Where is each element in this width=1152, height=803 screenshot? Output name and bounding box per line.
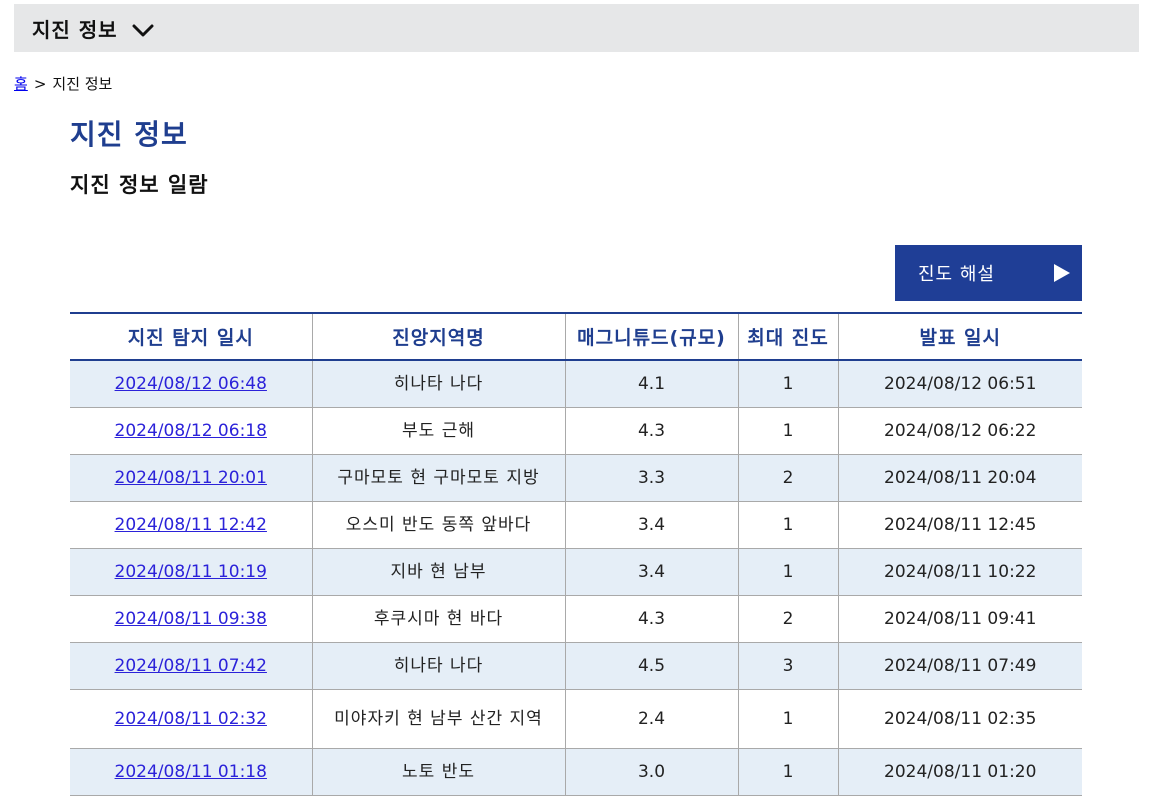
detect-time-link[interactable]: 2024/08/11 01:18 bbox=[115, 762, 267, 782]
chevron-down-icon[interactable] bbox=[130, 21, 156, 41]
table-row: 2024/08/12 06:18 부도 근해 4.3 1 2024/08/12 … bbox=[70, 407, 1082, 455]
announced-time-cell: 2024/08/12 06:22 bbox=[837, 407, 1082, 455]
max-intensity-cell: 2 bbox=[737, 454, 838, 502]
epicenter-cell: 구마모토 현 구마모토 지방 bbox=[311, 454, 565, 502]
announced-time-cell: 2024/08/11 02:35 bbox=[837, 689, 1082, 749]
max-intensity-cell: 1 bbox=[737, 501, 838, 549]
breadcrumb-home-link[interactable]: 홈 bbox=[14, 75, 28, 93]
detect-time-link[interactable]: 2024/08/11 02:32 bbox=[115, 709, 267, 729]
epicenter-cell: 지바 현 남부 bbox=[311, 548, 565, 596]
announced-time-cell: 2024/08/12 06:51 bbox=[837, 360, 1082, 408]
page-subtitle: 지진 정보 일람 bbox=[70, 173, 209, 197]
max-intensity-cell: 1 bbox=[737, 689, 838, 749]
detect-time-link[interactable]: 2024/08/11 12:42 bbox=[115, 515, 267, 535]
detect-time-cell: 2024/08/12 06:18 bbox=[70, 407, 312, 455]
earthquake-table: 지진 탐지 일시 진앙지역명 매그니튜드(규모) 최대 진도 발표 일시 202… bbox=[70, 312, 1082, 796]
detect-time-cell: 2024/08/11 01:18 bbox=[70, 748, 312, 796]
detect-time-cell: 2024/08/11 20:01 bbox=[70, 454, 312, 502]
table-row: 2024/08/11 07:42 히나타 나다 4.5 3 2024/08/11… bbox=[70, 642, 1082, 690]
announced-time-cell: 2024/08/11 10:22 bbox=[837, 548, 1082, 596]
max-intensity-cell: 1 bbox=[737, 748, 838, 796]
max-intensity-cell: 3 bbox=[737, 642, 838, 690]
page-title: 지진 정보 bbox=[70, 118, 188, 151]
column-header-detect-time: 지진 탐지 일시 bbox=[70, 312, 312, 361]
magnitude-cell: 2.4 bbox=[564, 689, 738, 749]
breadcrumb-separator: > bbox=[33, 75, 47, 93]
table-row: 2024/08/12 06:48 히나타 나다 4.1 1 2024/08/12… bbox=[70, 360, 1082, 408]
magnitude-cell: 3.4 bbox=[564, 548, 738, 596]
max-intensity-cell: 2 bbox=[737, 595, 838, 643]
breadcrumb-current: 지진 정보 bbox=[52, 75, 113, 93]
intensity-guide-button-label: 진도 해설 bbox=[918, 264, 995, 285]
max-intensity-cell: 1 bbox=[737, 360, 838, 408]
table-row: 2024/08/11 02:32 미야자키 현 남부 산간 지역 2.4 1 2… bbox=[70, 689, 1082, 749]
table-row: 2024/08/11 20:01 구마모토 현 구마모토 지방 3.3 2 20… bbox=[70, 454, 1082, 502]
detect-time-cell: 2024/08/12 06:48 bbox=[70, 360, 312, 408]
announced-time-cell: 2024/08/11 01:20 bbox=[837, 748, 1082, 796]
table-row: 2024/08/11 10:19 지바 현 남부 3.4 1 2024/08/1… bbox=[70, 548, 1082, 596]
breadcrumb: 홈 > 지진 정보 bbox=[14, 73, 112, 94]
magnitude-cell: 4.3 bbox=[564, 407, 738, 455]
column-header-epicenter: 진앙지역명 bbox=[311, 312, 565, 361]
detect-time-cell: 2024/08/11 07:42 bbox=[70, 642, 312, 690]
table-row: 2024/08/11 12:42 오스미 반도 동쪽 앞바다 3.4 1 202… bbox=[70, 501, 1082, 549]
table-row: 2024/08/11 01:18 노토 반도 3.0 1 2024/08/11 … bbox=[70, 748, 1082, 796]
magnitude-cell: 3.0 bbox=[564, 748, 738, 796]
announced-time-cell: 2024/08/11 20:04 bbox=[837, 454, 1082, 502]
column-header-magnitude: 매그니튜드(규모) bbox=[564, 312, 738, 361]
table-header-row: 지진 탐지 일시 진앙지역명 매그니튜드(규모) 최대 진도 발표 일시 bbox=[70, 312, 1082, 361]
detect-time-cell: 2024/08/11 12:42 bbox=[70, 501, 312, 549]
detect-time-link[interactable]: 2024/08/11 07:42 bbox=[115, 656, 267, 676]
announced-time-cell: 2024/08/11 12:45 bbox=[837, 501, 1082, 549]
play-arrow-icon bbox=[1054, 264, 1070, 282]
max-intensity-cell: 1 bbox=[737, 407, 838, 455]
epicenter-cell: 오스미 반도 동쪽 앞바다 bbox=[311, 501, 565, 549]
magnitude-cell: 4.3 bbox=[564, 595, 738, 643]
detect-time-cell: 2024/08/11 10:19 bbox=[70, 548, 312, 596]
epicenter-cell: 노토 반도 bbox=[311, 748, 565, 796]
detect-time-cell: 2024/08/11 02:32 bbox=[70, 689, 312, 749]
detect-time-cell: 2024/08/11 09:38 bbox=[70, 595, 312, 643]
column-header-max-intensity: 최대 진도 bbox=[737, 312, 838, 361]
section-header-bar: 지진 정보 bbox=[14, 4, 1139, 52]
intensity-guide-button[interactable]: 진도 해설 bbox=[895, 245, 1082, 301]
epicenter-cell: 부도 근해 bbox=[311, 407, 565, 455]
detect-time-link[interactable]: 2024/08/11 20:01 bbox=[115, 468, 267, 488]
detect-time-link[interactable]: 2024/08/12 06:18 bbox=[115, 421, 267, 441]
epicenter-cell: 미야자키 현 남부 산간 지역 bbox=[311, 689, 565, 749]
epicenter-cell: 히나타 나다 bbox=[311, 360, 565, 408]
detect-time-link[interactable]: 2024/08/11 09:38 bbox=[115, 609, 267, 629]
magnitude-cell: 4.1 bbox=[564, 360, 738, 408]
epicenter-cell: 후쿠시마 현 바다 bbox=[311, 595, 565, 643]
announced-time-cell: 2024/08/11 09:41 bbox=[837, 595, 1082, 643]
magnitude-cell: 4.5 bbox=[564, 642, 738, 690]
detect-time-link[interactable]: 2024/08/11 10:19 bbox=[115, 562, 267, 582]
max-intensity-cell: 1 bbox=[737, 548, 838, 596]
epicenter-cell: 히나타 나다 bbox=[311, 642, 565, 690]
section-header-title: 지진 정보 bbox=[32, 17, 118, 42]
column-header-announced-time: 발표 일시 bbox=[837, 312, 1082, 361]
magnitude-cell: 3.4 bbox=[564, 501, 738, 549]
announced-time-cell: 2024/08/11 07:49 bbox=[837, 642, 1082, 690]
magnitude-cell: 3.3 bbox=[564, 454, 738, 502]
table-row: 2024/08/11 09:38 후쿠시마 현 바다 4.3 2 2024/08… bbox=[70, 595, 1082, 643]
detect-time-link[interactable]: 2024/08/12 06:48 bbox=[115, 374, 267, 394]
